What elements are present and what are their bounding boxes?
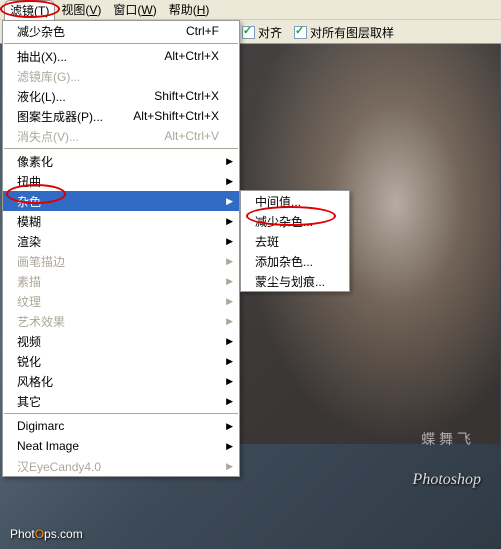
chevron-right-icon: ▶ (226, 336, 233, 347)
menu-item-render[interactable]: 渲染▶ (3, 231, 239, 251)
menu-filter[interactable]: 滤镜(T) (4, 0, 55, 20)
menubar: 滤镜(T) 视图(V) 窗口(W) 帮助(H) (0, 0, 501, 20)
menu-view[interactable]: 视图(V) (55, 0, 107, 20)
chevron-right-icon: ▶ (226, 256, 233, 267)
menu-item-liquify[interactable]: 液化(L)...Shift+Ctrl+X (3, 86, 239, 106)
checkbox-icon (242, 26, 255, 39)
submenu-item-despeckle[interactable]: 去斑 (241, 231, 349, 251)
menu-item-brush-strokes: 画笔描边▶ (3, 251, 239, 271)
menu-item-eyecandy: 汉EyeCandy4.0▶ (3, 456, 239, 476)
chevron-right-icon: ▶ (226, 296, 233, 307)
menu-help[interactable]: 帮助(H) (163, 0, 216, 20)
menu-item-digimarc[interactable]: Digimarc▶ (3, 416, 239, 436)
menu-item-pixelate[interactable]: 像素化▶ (3, 151, 239, 171)
checkbox-align[interactable]: 对齐 (242, 24, 282, 41)
chevron-right-icon: ▶ (226, 421, 233, 432)
submenu-item-reduce-noise[interactable]: 减少杂色... (241, 211, 349, 231)
menu-item-video[interactable]: 视频▶ (3, 331, 239, 351)
chevron-right-icon: ▶ (226, 196, 233, 207)
watermark-text: 蝶 舞 飞 (421, 429, 471, 449)
chevron-right-icon: ▶ (226, 356, 233, 367)
menu-item-noise[interactable]: 杂色▶ (3, 191, 239, 211)
watermark-site: PhotOps.com (10, 526, 83, 541)
chevron-right-icon: ▶ (226, 316, 233, 327)
menu-window[interactable]: 窗口(W) (107, 0, 162, 20)
filter-menu-dropdown: 减少杂色Ctrl+F 抽出(X)...Alt+Ctrl+X 滤镜库(G)... … (2, 20, 240, 477)
watermark-text: Photoshop (413, 471, 481, 489)
chevron-right-icon: ▶ (226, 276, 233, 287)
chevron-right-icon: ▶ (226, 236, 233, 247)
menu-item-stylize[interactable]: 风格化▶ (3, 371, 239, 391)
menu-item-filter-gallery: 滤镜库(G)... (3, 66, 239, 86)
submenu-item-dust-scratches[interactable]: 蒙尘与划痕... (241, 271, 349, 291)
menu-item-sketch: 素描▶ (3, 271, 239, 291)
submenu-item-median[interactable]: 中间值... (241, 191, 349, 211)
menu-item-pattern-maker[interactable]: 图案生成器(P)...Alt+Shift+Ctrl+X (3, 106, 239, 126)
menu-item-blur[interactable]: 模糊▶ (3, 211, 239, 231)
menu-item-sharpen[interactable]: 锐化▶ (3, 351, 239, 371)
menu-separator (4, 413, 238, 414)
noise-submenu: 中间值... 减少杂色... 去斑 添加杂色... 蒙尘与划痕... (240, 190, 350, 292)
chevron-right-icon: ▶ (226, 216, 233, 227)
chevron-right-icon: ▶ (226, 461, 233, 472)
chevron-right-icon: ▶ (226, 176, 233, 187)
chevron-right-icon: ▶ (226, 376, 233, 387)
chevron-right-icon: ▶ (226, 441, 233, 452)
menu-item-extract[interactable]: 抽出(X)...Alt+Ctrl+X (3, 46, 239, 66)
submenu-item-add-noise[interactable]: 添加杂色... (241, 251, 349, 271)
menu-separator (4, 43, 238, 44)
checkbox-icon (294, 26, 307, 39)
menu-item-neat-image[interactable]: Neat Image▶ (3, 436, 239, 456)
menu-item-other[interactable]: 其它▶ (3, 391, 239, 411)
menu-item-texture: 纹理▶ (3, 291, 239, 311)
checkbox-sample-all[interactable]: 对所有图层取样 (294, 24, 394, 41)
menu-separator (4, 148, 238, 149)
menu-item-artistic: 艺术效果▶ (3, 311, 239, 331)
menu-item-distort[interactable]: 扭曲▶ (3, 171, 239, 191)
chevron-right-icon: ▶ (226, 156, 233, 167)
chevron-right-icon: ▶ (226, 396, 233, 407)
menu-item-vanishing-point: 消失点(V)...Alt+Ctrl+V (3, 126, 239, 146)
menu-item-last-filter[interactable]: 减少杂色Ctrl+F (3, 21, 239, 41)
